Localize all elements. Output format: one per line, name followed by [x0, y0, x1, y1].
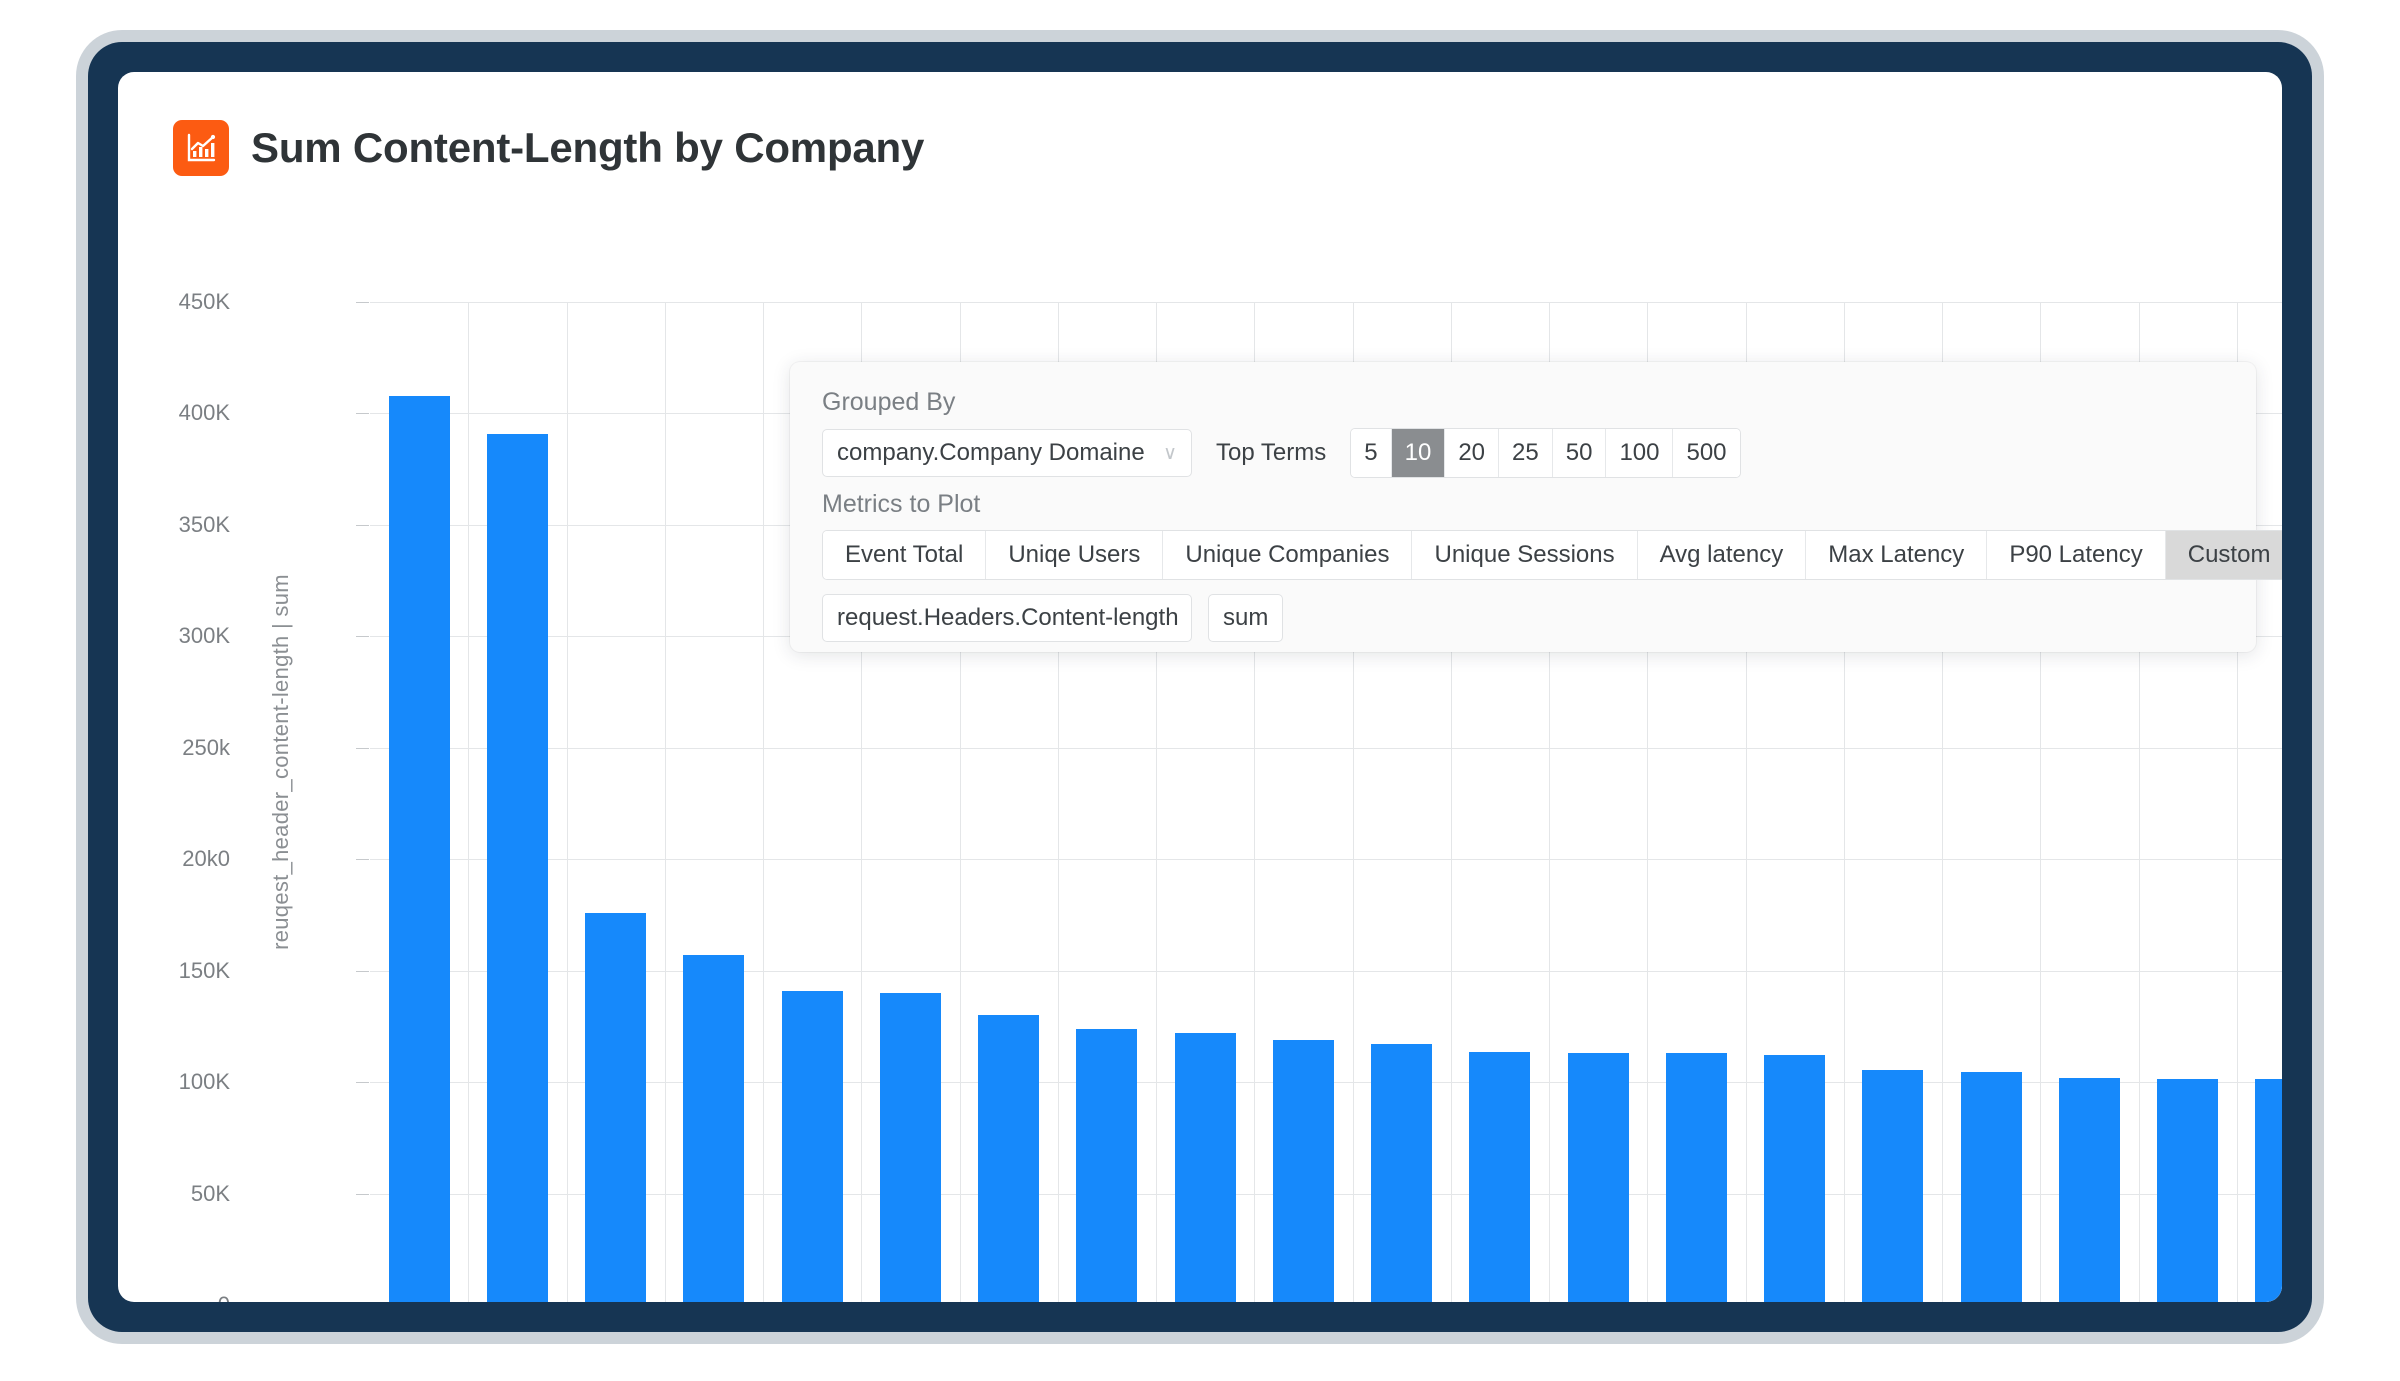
top-terms-option-100[interactable]: 100	[1606, 429, 1673, 477]
metric-option-uniqe-users[interactable]: Uniqe Users	[986, 531, 1163, 579]
grouped-by-row: company.Company Domaine ∨ Top Terms 5102…	[822, 428, 1741, 478]
bar[interactable]	[2255, 1079, 2282, 1302]
bar[interactable]	[782, 991, 843, 1302]
bar[interactable]	[1764, 1055, 1825, 1302]
top-terms-option-500[interactable]: 500	[1673, 429, 1739, 477]
y-axis-tick-label: 50K	[191, 1181, 230, 1207]
gridline-horizontal	[370, 971, 2282, 972]
bar[interactable]	[880, 993, 941, 1302]
y-axis-tick-label: 400K	[179, 400, 230, 426]
group-field-value: company.Company Domaine	[837, 439, 1163, 467]
metric-option-unique-companies[interactable]: Unique Companies	[1163, 531, 1412, 579]
bar[interactable]	[1862, 1070, 1923, 1302]
y-axis-tick-mark	[356, 859, 369, 860]
custom-metric-row: request.Headers.Content-length sum	[822, 594, 1283, 642]
gridline-horizontal	[370, 748, 2282, 749]
group-field-select[interactable]: company.Company Domaine ∨	[822, 429, 1192, 477]
bar[interactable]	[1568, 1053, 1629, 1302]
bar[interactable]	[1371, 1044, 1432, 1302]
bar[interactable]	[683, 955, 744, 1302]
y-axis-tick-label: 450K	[179, 289, 230, 315]
bar[interactable]	[1666, 1053, 1727, 1302]
metric-option-avg-latency[interactable]: Avg latency	[1638, 531, 1807, 579]
custom-aggregation-field[interactable]: sum	[1208, 594, 1283, 642]
top-terms-option-20[interactable]: 20	[1445, 429, 1499, 477]
y-axis-tick-label: 250k	[182, 735, 230, 761]
metric-option-event-total[interactable]: Event Total	[823, 531, 986, 579]
grouped-by-label: Grouped By	[822, 388, 955, 417]
bar[interactable]	[1175, 1033, 1236, 1302]
bar[interactable]	[585, 913, 646, 1302]
y-axis-tick-label: 350K	[179, 512, 230, 538]
y-axis-tick-mark	[356, 1082, 369, 1083]
top-terms-option-50[interactable]: 50	[1553, 429, 1607, 477]
app-window-frame: Sum Content-Length by Company reuqest_he…	[88, 42, 2312, 1332]
chevron-down-icon: ∨	[1163, 444, 1177, 463]
gridline-vertical	[665, 302, 666, 1302]
metrics-segmented-control[interactable]: Event TotalUniqe UsersUnique CompaniesUn…	[822, 530, 2282, 580]
chart-settings-popover[interactable]: Grouped By company.Company Domaine ∨ Top…	[790, 362, 2256, 652]
bar[interactable]	[1076, 1029, 1137, 1302]
bar[interactable]	[2157, 1079, 2218, 1302]
y-axis-tick-mark	[356, 302, 369, 303]
page-title: Sum Content-Length by Company	[251, 124, 924, 172]
top-terms-option-10[interactable]: 10	[1392, 429, 1446, 477]
top-terms-option-5[interactable]: 5	[1351, 429, 1391, 477]
gridline-horizontal	[370, 302, 2282, 303]
y-axis-tick-mark	[356, 971, 369, 972]
bar-chart-icon	[173, 120, 229, 176]
metric-option-max-latency[interactable]: Max Latency	[1806, 531, 1987, 579]
gridline-vertical	[468, 302, 469, 1302]
y-axis-tick-label: 0	[218, 1292, 230, 1302]
bar[interactable]	[1961, 1072, 2022, 1302]
y-axis-tick-mark	[356, 413, 369, 414]
y-axis-tick-label: 150K	[179, 958, 230, 984]
bar[interactable]	[978, 1015, 1039, 1302]
y-axis-tick-mark	[356, 748, 369, 749]
metrics-to-plot-label: Metrics to Plot	[822, 490, 980, 519]
y-axis-tick-mark	[356, 525, 369, 526]
gridline-vertical	[567, 302, 568, 1302]
metric-option-p90-latency[interactable]: P90 Latency	[1987, 531, 2165, 579]
bar[interactable]	[487, 434, 548, 1302]
metric-option-unique-sessions[interactable]: Unique Sessions	[1412, 531, 1637, 579]
y-axis-tick-label: 20k0	[182, 846, 230, 872]
top-terms-segmented-control[interactable]: 510202550100500	[1350, 428, 1740, 478]
bar[interactable]	[1273, 1040, 1334, 1302]
bar[interactable]	[389, 396, 450, 1302]
y-axis-tick-mark	[356, 636, 369, 637]
top-terms-label: Top Terms	[1216, 439, 1326, 467]
y-axis-tick-mark	[356, 1194, 369, 1195]
y-axis-tick-label: 100K	[179, 1069, 230, 1095]
custom-metric-field[interactable]: request.Headers.Content-length	[822, 594, 1192, 642]
gridline-vertical	[763, 302, 764, 1302]
gridline-horizontal	[370, 859, 2282, 860]
y-axis-tick-label: 300K	[179, 623, 230, 649]
y-axis-title: reuqest_header_content-length | sum	[268, 574, 294, 950]
title-bar: Sum Content-Length by Company	[173, 120, 924, 176]
bar[interactable]	[2059, 1078, 2120, 1302]
bar[interactable]	[1469, 1052, 1530, 1302]
window-card: Sum Content-Length by Company reuqest_he…	[118, 72, 2282, 1302]
top-terms-option-25[interactable]: 25	[1499, 429, 1553, 477]
metric-option-custom[interactable]: Custom	[2166, 531, 2282, 579]
